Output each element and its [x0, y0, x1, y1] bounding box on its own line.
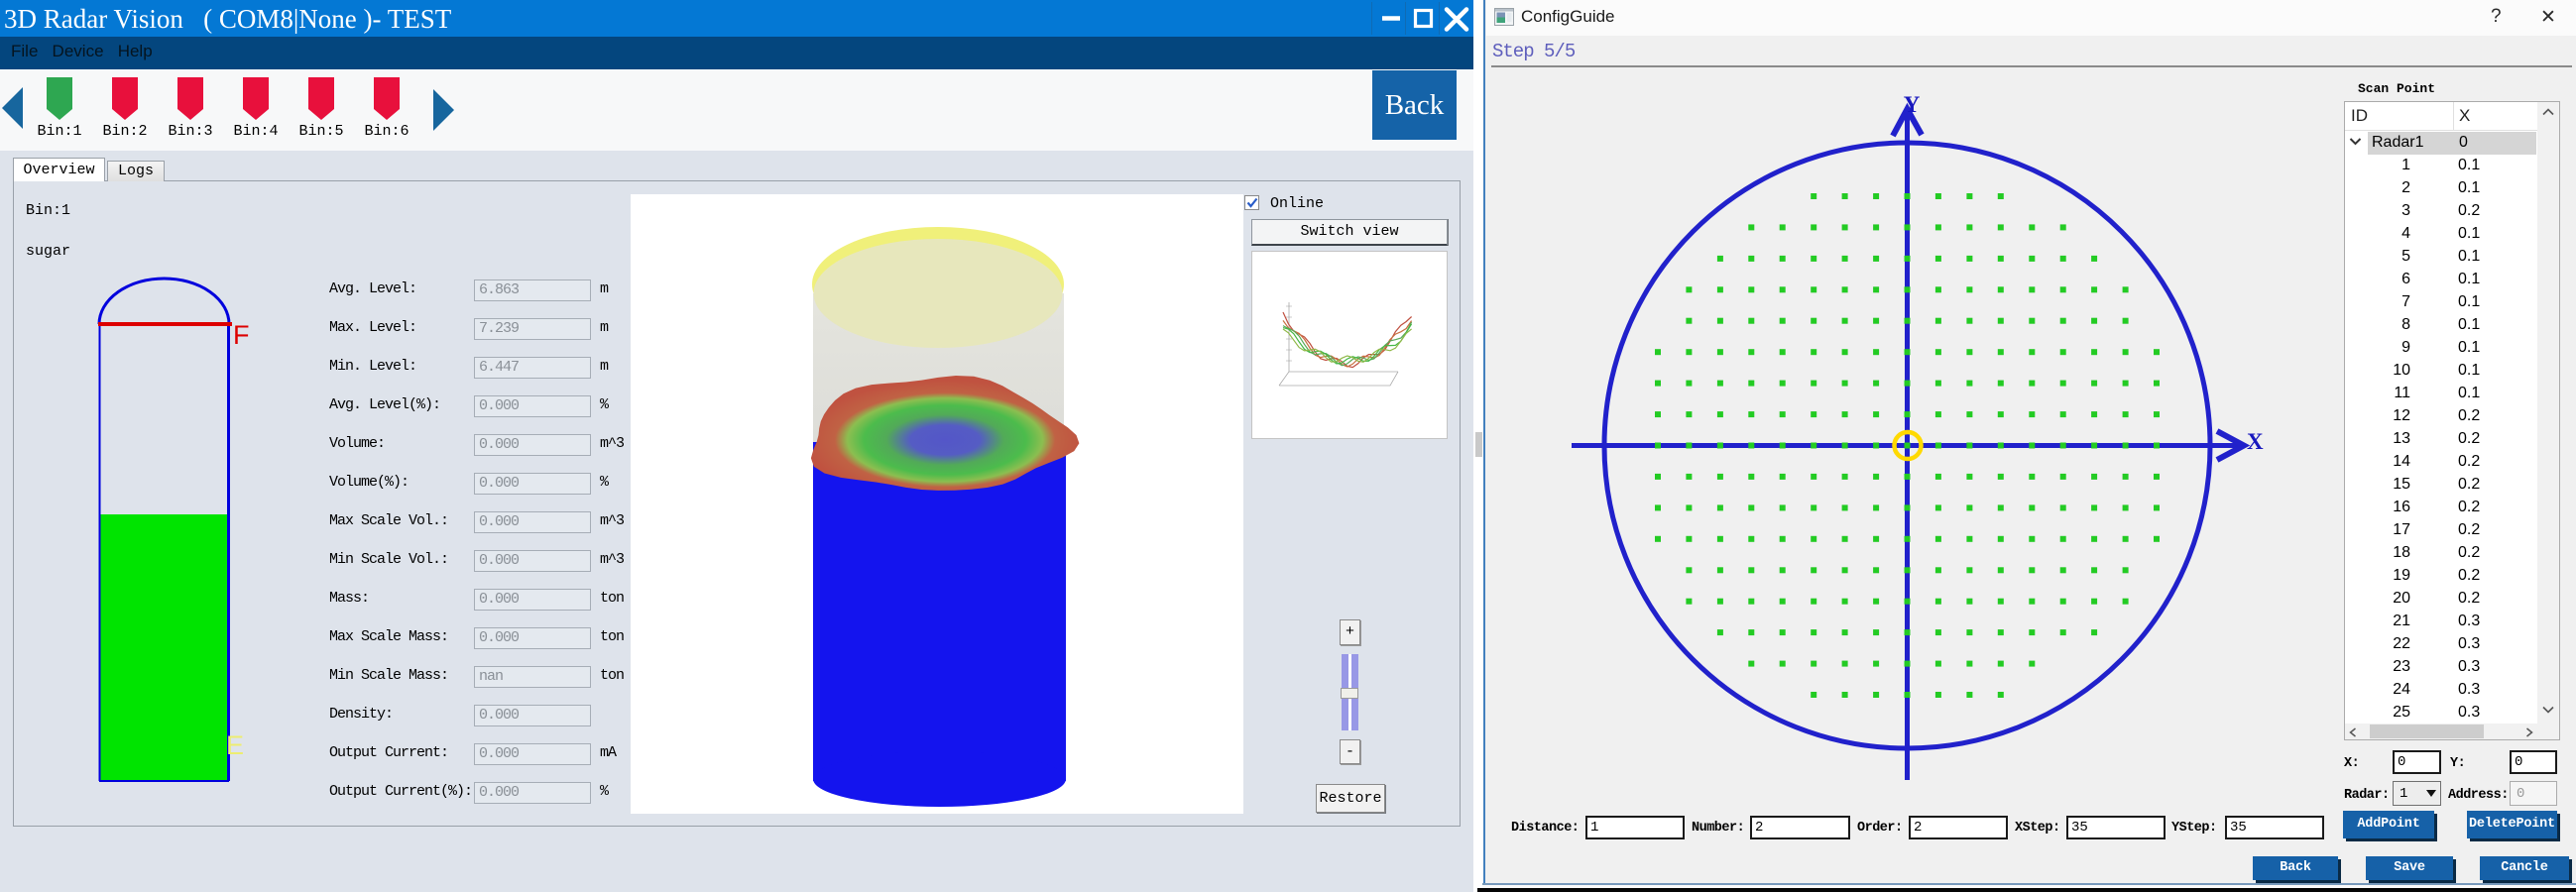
- svg-text:E: E: [226, 730, 244, 760]
- svg-text:Bin:6: Bin:6: [364, 123, 409, 140]
- svg-text:X: X: [2247, 429, 2264, 454]
- svg-text:Bin:4: Bin:4: [233, 123, 278, 140]
- svg-text:Bin:3: Bin:3: [168, 123, 212, 140]
- svg-text:Bin:5: Bin:5: [298, 123, 343, 140]
- svg-text:Bin:2: Bin:2: [102, 123, 147, 140]
- svg-text:Y: Y: [1904, 92, 1921, 117]
- svg-text:F: F: [233, 320, 250, 350]
- svg-text:Bin:1: Bin:1: [37, 123, 81, 140]
